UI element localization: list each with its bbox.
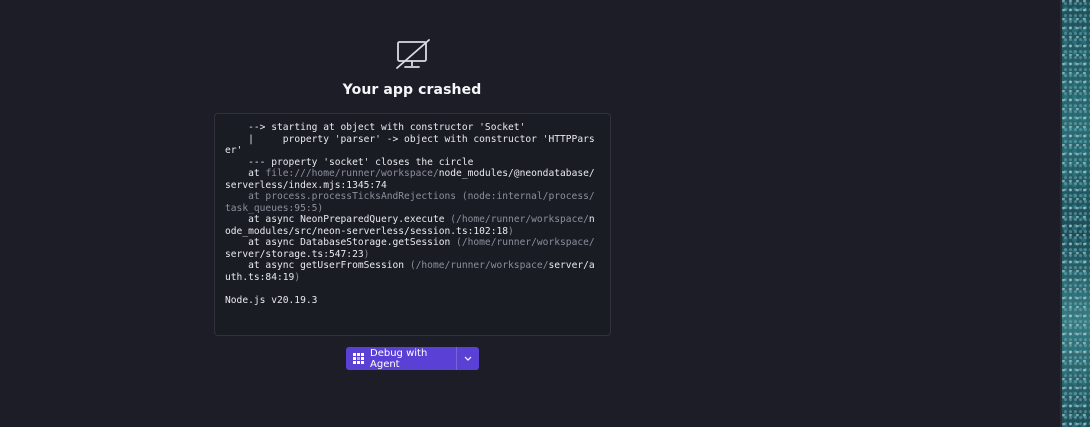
log-line: | property 'parser' -> object with const… xyxy=(225,134,600,157)
chevron-down-icon xyxy=(464,356,472,361)
log-segment: | property 'parser' -> object with const… xyxy=(225,133,595,157)
log-line: --> starting at object with constructor … xyxy=(225,122,600,134)
debug-with-agent-button[interactable]: Debug with Agent xyxy=(346,347,479,370)
background-preview-strip xyxy=(1060,0,1090,427)
log-segment: at async getUserFromSession xyxy=(225,260,410,271)
log-segment: (/home/runner/workspace/ xyxy=(409,260,549,271)
debug-button-label: Debug with Agent xyxy=(370,347,428,370)
log-segment: server/storage.ts:547:23 xyxy=(225,248,364,260)
wallpaper-image xyxy=(1062,0,1090,427)
monitor-off-icon xyxy=(396,39,430,69)
debug-options-dropdown[interactable] xyxy=(457,347,479,370)
log-segment: at async NeonPreparedQuery.execute xyxy=(225,214,451,225)
crash-title: Your app crashed xyxy=(342,82,482,98)
log-segment: file:///home/runner/workspace/ xyxy=(265,168,439,179)
log-segment: (/home/runner/workspace/ xyxy=(456,237,595,248)
log-segment: --- property 'socket' closes the circle xyxy=(225,156,474,168)
log-line: --- property 'socket' closes the circle xyxy=(225,157,600,169)
crash-screen: Your app crashed --> starting at object … xyxy=(0,0,1060,427)
log-line: at async getUserFromSession (/home/runne… xyxy=(225,260,600,283)
log-segment: at xyxy=(225,168,266,179)
error-log-panel[interactable]: --> starting at object with constructor … xyxy=(214,113,611,336)
log-line: at async NeonPreparedQuery.execute (/hom… xyxy=(225,214,600,237)
log-segment: Node.js v20.19.3 xyxy=(225,294,318,306)
log-blank-line xyxy=(225,283,600,295)
log-line: Node.js v20.19.3 xyxy=(225,295,600,307)
log-segment: --> starting at object with constructor … xyxy=(225,122,526,133)
log-line: at async DatabaseStorage.getSession (/ho… xyxy=(225,237,600,260)
grid-agent-icon xyxy=(353,353,364,364)
log-segment: at async DatabaseStorage.getSession xyxy=(225,237,457,248)
log-segment: ) xyxy=(294,271,301,283)
log-segment: ) xyxy=(363,248,370,260)
log-line: at file:///home/runner/workspace/node_mo… xyxy=(225,168,600,191)
log-segment: at process.processTicksAndRejections (no… xyxy=(225,191,595,214)
log-segment: (/home/runner/workspace/ xyxy=(450,214,589,225)
log-segment: ) xyxy=(508,225,514,237)
log-line: at process.processTicksAndRejections (no… xyxy=(225,191,600,214)
